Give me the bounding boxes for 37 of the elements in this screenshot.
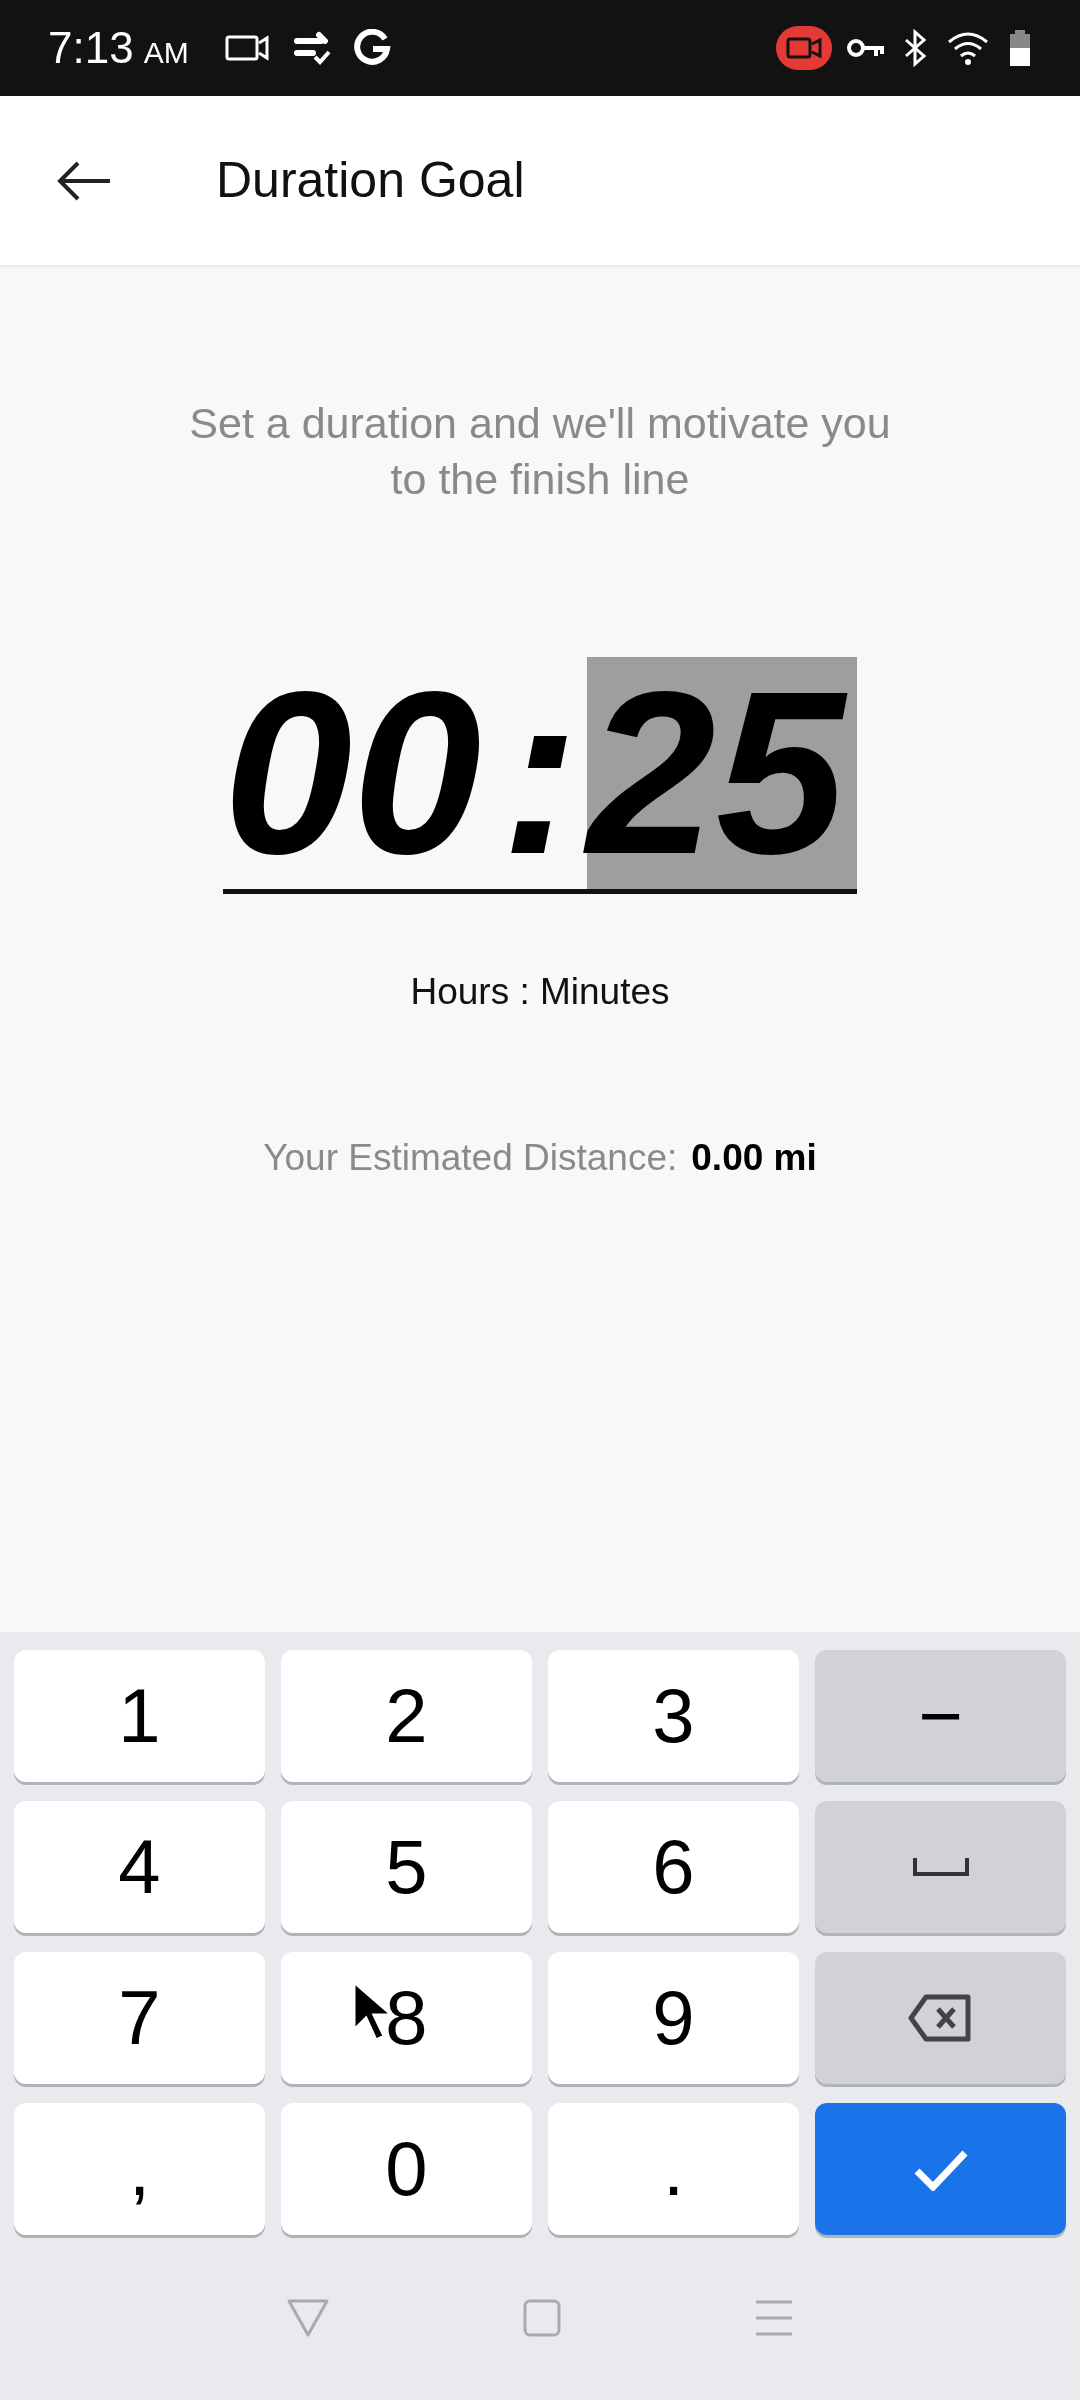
- space-key[interactable]: [815, 1801, 1066, 1933]
- key[interactable]: 1: [14, 1650, 265, 1782]
- back-arrow-icon: [56, 160, 112, 201]
- backspace-key[interactable]: [815, 1952, 1066, 2084]
- distance-label: Your Estimated Distance:: [263, 1135, 678, 1180]
- subtitle: Set a duration and we'll motivate you to the finish line: [188, 398, 892, 505]
- g-letter-icon: [352, 29, 391, 67]
- done-key[interactable]: [815, 2103, 1066, 2235]
- key[interactable]: 0: [281, 2103, 532, 2235]
- key[interactable]: 5: [281, 1801, 532, 1933]
- key[interactable]: 4: [14, 1801, 265, 1933]
- timer-label: Hours : Minutes: [410, 970, 670, 1014]
- space-icon: [911, 1856, 970, 1878]
- key-icon: [846, 36, 886, 60]
- time-separator: :: [500, 657, 580, 889]
- home-nav-icon[interactable]: [523, 2298, 561, 2337]
- wifi-icon: [946, 30, 990, 66]
- key[interactable]: 3: [548, 1650, 799, 1782]
- key[interactable]: 2: [281, 1650, 532, 1782]
- distance-value: 0.00 mi: [691, 1135, 817, 1180]
- screen-title: Duration Goal: [216, 151, 525, 210]
- clock-meridiem: AM: [143, 38, 189, 68]
- screen-record-icon: [776, 26, 832, 70]
- minus-key[interactable]: −: [815, 1650, 1066, 1782]
- key[interactable]: .: [548, 2103, 799, 2235]
- key[interactable]: 8: [281, 1952, 532, 2084]
- key[interactable]: 9: [548, 1952, 799, 2084]
- hours-value[interactable]: 00: [223, 657, 494, 889]
- menu-nav-icon[interactable]: [753, 2298, 794, 2337]
- clock-time: 7:13: [48, 26, 134, 70]
- back-nav-icon[interactable]: [286, 2297, 331, 2338]
- backspace-icon: [907, 1993, 974, 2043]
- video-camera-icon: [224, 33, 269, 63]
- key[interactable]: ,: [14, 2103, 265, 2235]
- key[interactable]: 7: [14, 1952, 265, 2084]
- battery-icon: [1008, 28, 1032, 68]
- key[interactable]: 6: [548, 1801, 799, 1933]
